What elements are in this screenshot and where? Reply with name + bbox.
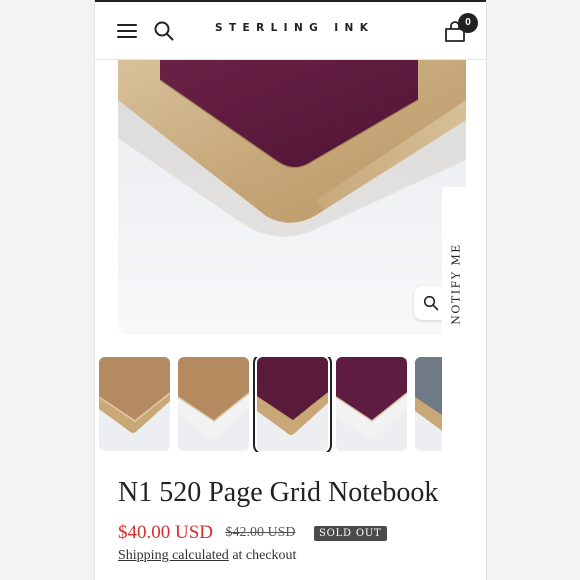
search-icon[interactable] <box>153 20 175 42</box>
sold-out-badge: SOLD OUT <box>313 525 387 541</box>
shipping-note: Shipping calculated at checkout <box>118 548 296 564</box>
brand-logo[interactable]: STERLING INK <box>215 22 368 34</box>
product-title: N1 520 Page Grid Notebook <box>118 477 439 508</box>
site-header: STERLING INK 0 <box>95 2 486 60</box>
hamburger-menu-icon[interactable] <box>117 24 137 38</box>
shipping-policy-link[interactable]: Shipping calculated <box>118 548 229 563</box>
compare-at-price: $42.00 USD <box>225 525 296 540</box>
thumbnail-4[interactable] <box>336 357 407 451</box>
magnifier-icon <box>423 295 439 311</box>
thumbnail-5[interactable] <box>415 357 442 451</box>
thumbnail-3-selected[interactable] <box>253 357 332 452</box>
notify-me-label: NOTIFY ME <box>449 242 463 325</box>
shipping-suffix: at checkout <box>228 548 297 563</box>
sale-price: $40.00 USD <box>118 522 214 543</box>
price-row: $40.00 USD $42.00 USD SOLD OUT <box>118 522 387 546</box>
cart-count-badge: 0 <box>458 13 478 33</box>
thumbnail-strip <box>99 357 442 452</box>
thumbnail-2[interactable] <box>178 357 249 451</box>
product-page: STERLING INK 0 NOTIFY ME N1 520 Page Gri… <box>94 0 487 580</box>
thumbnail-1[interactable] <box>99 357 170 451</box>
notify-me-tab[interactable]: NOTIFY ME <box>442 187 470 380</box>
